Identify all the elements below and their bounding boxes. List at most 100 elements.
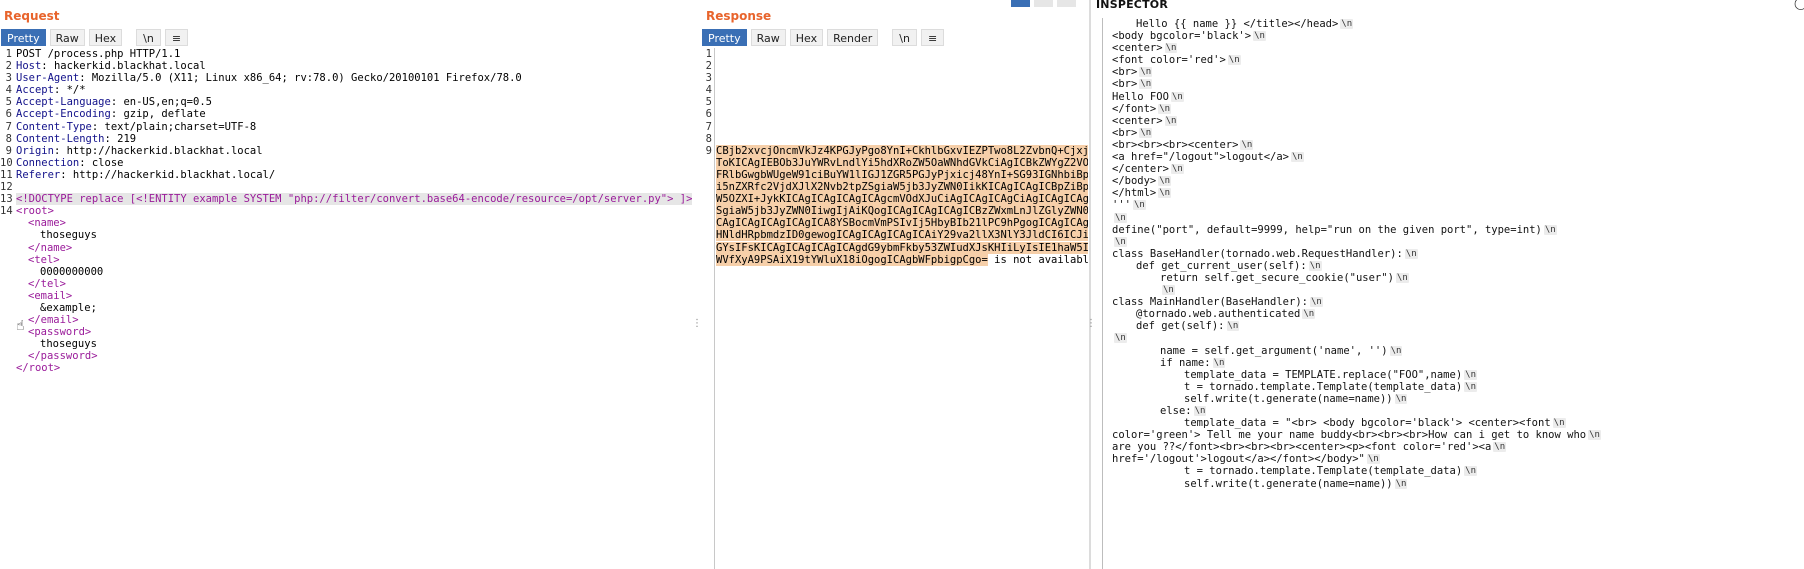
newline-marker: \n (1227, 55, 1241, 66)
header-value: : text/plain;charset=UTF-8 (91, 120, 257, 133)
inspector-line: \n (1112, 236, 1601, 248)
inspector-line-text: Hello FOO (1112, 90, 1169, 103)
inspector-line: class BaseHandler(tornado.web.RequestHan… (1112, 248, 1601, 260)
xml-line: <name> (28, 217, 66, 230)
inspector-line-text: <center> (1112, 114, 1163, 127)
response-body-viewer[interactable]: CBjb2xvcjOncmVkJz4KPGJyPgo8YnI+CkhlbGxvI… (716, 48, 1088, 266)
newline-marker: \n (1394, 478, 1408, 489)
inspector-title: INSPECTOR (1096, 0, 1168, 11)
newline-marker: \n (1132, 200, 1146, 211)
request-header-line: Accept-Encoding: gzip, deflate (16, 108, 692, 120)
inspector-line: define("port", default=9999, help="run o… (1112, 224, 1601, 236)
xml-line: </root> (16, 362, 61, 375)
inspector-line-text: <body bgcolor='black'> (1112, 30, 1252, 43)
response-line-gutter: 123456789 (700, 48, 712, 157)
newline-marker: \n (1170, 91, 1184, 102)
request-header-line: Content-Type: text/plain;charset=UTF-8 (16, 121, 692, 133)
inspector-line-text: ''' (1112, 199, 1131, 212)
response-newline-toggle[interactable]: \n (892, 29, 917, 46)
inspector-line-text: color='green'> Tell me your name buddy<b… (1112, 429, 1587, 442)
doctype-line: <!DOCTYPE replace [<!ENTITY example SYST… (16, 193, 693, 206)
xml-line: <root> (16, 205, 54, 218)
newline-marker: \n (1302, 309, 1316, 320)
line-number: 8 (705, 132, 712, 145)
base64-line: FRlbGwgbWUgeW91ciBuYW1lIGJ1ZGR5PGJyPjxic… (716, 168, 1088, 181)
inspector-line-text: <br> (1112, 78, 1138, 91)
line-number: 2 (5, 60, 12, 73)
header-value: : http://hackerkid.blackhat.local (53, 144, 263, 157)
response-menu-button[interactable]: ≡ (920, 29, 945, 46)
newline-marker: \n (1158, 188, 1172, 199)
inspector-line-text: if name: (1160, 356, 1211, 369)
layout-horizontal-button[interactable] (1034, 0, 1053, 7)
inspector-line: </font> \n (1112, 103, 1601, 115)
xml-line: <password> (28, 326, 92, 339)
response-tab-pretty[interactable]: Pretty (702, 29, 747, 46)
base64-line: WVfXyA9PSAiX19tYWluX18iOgogICAgbWFpbigpC… (716, 253, 1088, 266)
request-tab-pretty[interactable]: Pretty (1, 29, 46, 46)
line-number: 3 (705, 72, 712, 85)
inspector-code-rule (1102, 18, 1103, 569)
inspector-decoded-value[interactable]: Hello {{ name }} </title></head> \n <body … (1112, 18, 1601, 490)
newline-marker: \n (1139, 127, 1153, 138)
header-name: Referer (16, 168, 61, 181)
request-tab-hex[interactable]: Hex (88, 29, 123, 46)
header-name: Connection (16, 156, 80, 169)
inspector-line-text: def get_current_user(self): (1136, 259, 1307, 272)
request-tab-raw[interactable]: Raw (49, 29, 85, 46)
line-number: 9 (705, 144, 712, 157)
line-number: 8 (5, 132, 12, 145)
request-header-line: POST /process.php HTTP/1.1 (16, 48, 692, 60)
inspector-line-text: </html> (1112, 187, 1157, 200)
request-view-tabs: Pretty Raw Hex \n ≡ (1, 29, 189, 46)
inspector-line: ''' \n (1112, 199, 1601, 211)
response-tab-render[interactable]: Render (827, 29, 879, 46)
request-body-editor[interactable]: POST /process.php HTTP/1.1 Host: hackerki… (16, 48, 692, 375)
request-header-line: Accept-Language: en-US,en;q=0.5 (16, 96, 692, 108)
newline-marker: \n (1164, 43, 1178, 54)
newline-marker: \n (1114, 212, 1127, 223)
base64-line: HNldHRpbmdzID0gewogICAgICAgICAgICAiY29va… (716, 229, 1088, 242)
header-name: Content-Type (16, 120, 92, 133)
request-header-line: Content-Length: 219 (16, 133, 692, 145)
request-newline-toggle[interactable]: \n (136, 29, 161, 46)
inspector-line: self.write(t.generate(name=name)) \n (1112, 478, 1601, 490)
xml-line: thoseguys (40, 229, 97, 242)
line-number: 7 (5, 120, 12, 133)
inspector-line: def get(self): \n (1112, 320, 1601, 332)
inspector-line-text: are you ??</font><br><br><br><center><p>… (1112, 441, 1492, 454)
layout-vertical-button[interactable] (1057, 0, 1076, 7)
header-name: Accept-Language (16, 96, 111, 109)
request-response-divider[interactable] (714, 48, 715, 569)
inspector-line-text: href='/logout'>logout</a></font></body>" (1112, 453, 1365, 466)
inspector-settings-icon[interactable]: ◯ (1794, 0, 1804, 10)
line-number: 12 (0, 181, 13, 194)
inspector-line: @tornado.web.authenticated \n (1112, 308, 1601, 320)
inspector-line-text: else: (1160, 405, 1192, 417)
response-tab-raw[interactable]: Raw (750, 29, 786, 46)
inspector-line: </center> \n (1112, 163, 1601, 175)
inspector-line: are you ??</font><br><br><br><center><p>… (1112, 441, 1601, 453)
newline-marker: \n (1139, 79, 1153, 90)
header-value: : hackerkid.blackhat.local (41, 60, 206, 73)
inspector-line: \n (1112, 284, 1601, 296)
inspector-divider[interactable] (1089, 0, 1091, 569)
request-menu-button[interactable]: ≡ (164, 29, 189, 46)
response-tab-hex[interactable]: Hex (789, 29, 824, 46)
inspector-line: <body bgcolor='black'> \n (1112, 30, 1601, 42)
inspector-line: <center> \n (1112, 42, 1601, 54)
inspector-line-text: </body> (1112, 175, 1157, 188)
inspector-line-text: name = self.get_argument('name', '') (1160, 344, 1388, 357)
inspector-line-text: self.write(t.generate(name=name)) (1184, 477, 1393, 490)
inspector-line: class MainHandler(BaseHandler): \n (1112, 296, 1601, 308)
drag-handle-icon[interactable]: ⋮ (692, 319, 702, 329)
layout-split-button[interactable] (1011, 0, 1030, 7)
request-header-line: User-Agent: Mozilla/5.0 (X11; Linux x86_… (16, 72, 692, 84)
